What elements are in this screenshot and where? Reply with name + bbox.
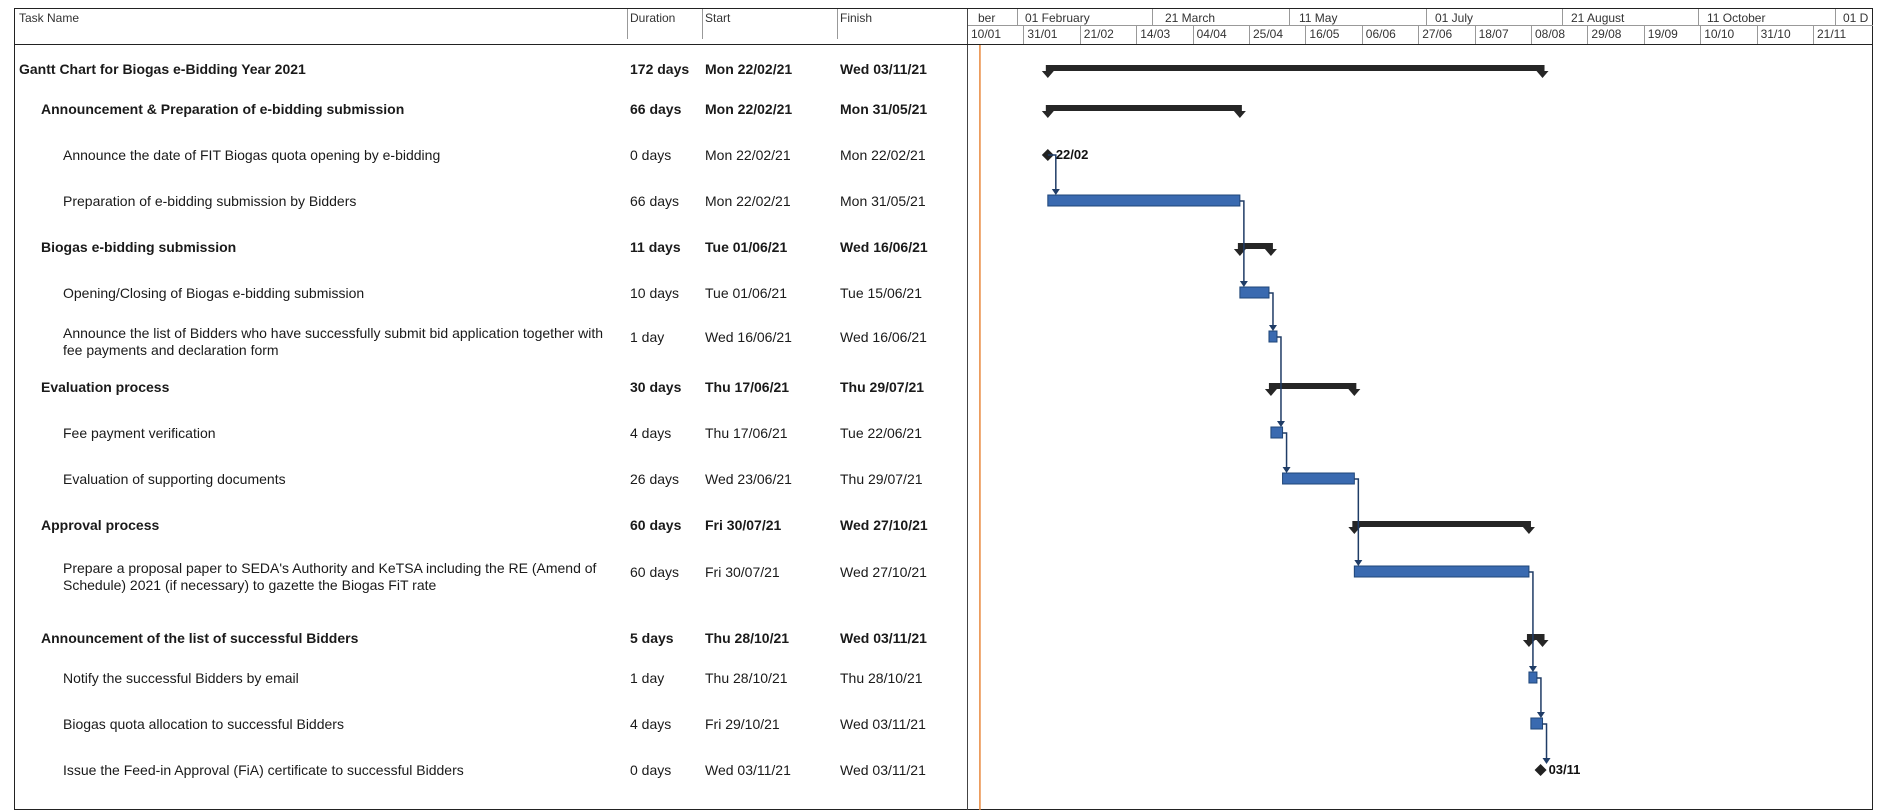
milestone-marker [1534,764,1547,776]
task-bar [1282,472,1355,485]
summary-bar [1526,634,1545,640]
task-bar [1239,286,1270,299]
dependency-link [1276,336,1282,425]
task-bar [1270,426,1284,439]
dependency-link [1528,571,1534,670]
summary-start-cap [1041,71,1054,78]
summary-end-cap [1522,527,1535,534]
summary-bar [1045,65,1545,71]
summary-start-cap [1041,111,1054,118]
dependency-arrowhead [1282,467,1291,473]
summary-end-cap [1536,71,1549,78]
summary-bar [1045,105,1242,111]
summary-end-cap [1264,249,1277,256]
milestone-label: 03/11 [1549,762,1581,777]
task-bar [1268,330,1278,343]
dependency-link [1268,292,1274,329]
task-bar [1530,717,1544,730]
summary-end-cap [1348,389,1361,396]
dependency-arrowhead [1051,189,1060,195]
dependency-link [1282,432,1288,471]
task-bar [1353,565,1530,578]
milestone-label: 22/02 [1056,147,1089,162]
dependency-arrowhead [1354,560,1363,566]
dependency-arrowhead [1239,281,1248,287]
dependency-link [1542,723,1548,762]
summary-bar [1268,383,1357,389]
dependency-link [1047,154,1057,193]
summary-end-cap [1233,111,1246,118]
dependency-arrowhead [1528,666,1537,672]
dependency-link [1536,677,1542,716]
task-bar [1528,671,1538,684]
summary-end-cap [1536,640,1549,647]
dependency-arrowhead [1268,325,1277,331]
dependency-arrowhead [1536,712,1545,718]
task-bar [1047,194,1241,207]
gantt-chart: 22/02 03/11 [979,45,1581,810]
dependency-arrowhead [1276,421,1285,427]
summary-bar [1352,521,1531,527]
summary-start-cap [1264,389,1277,396]
